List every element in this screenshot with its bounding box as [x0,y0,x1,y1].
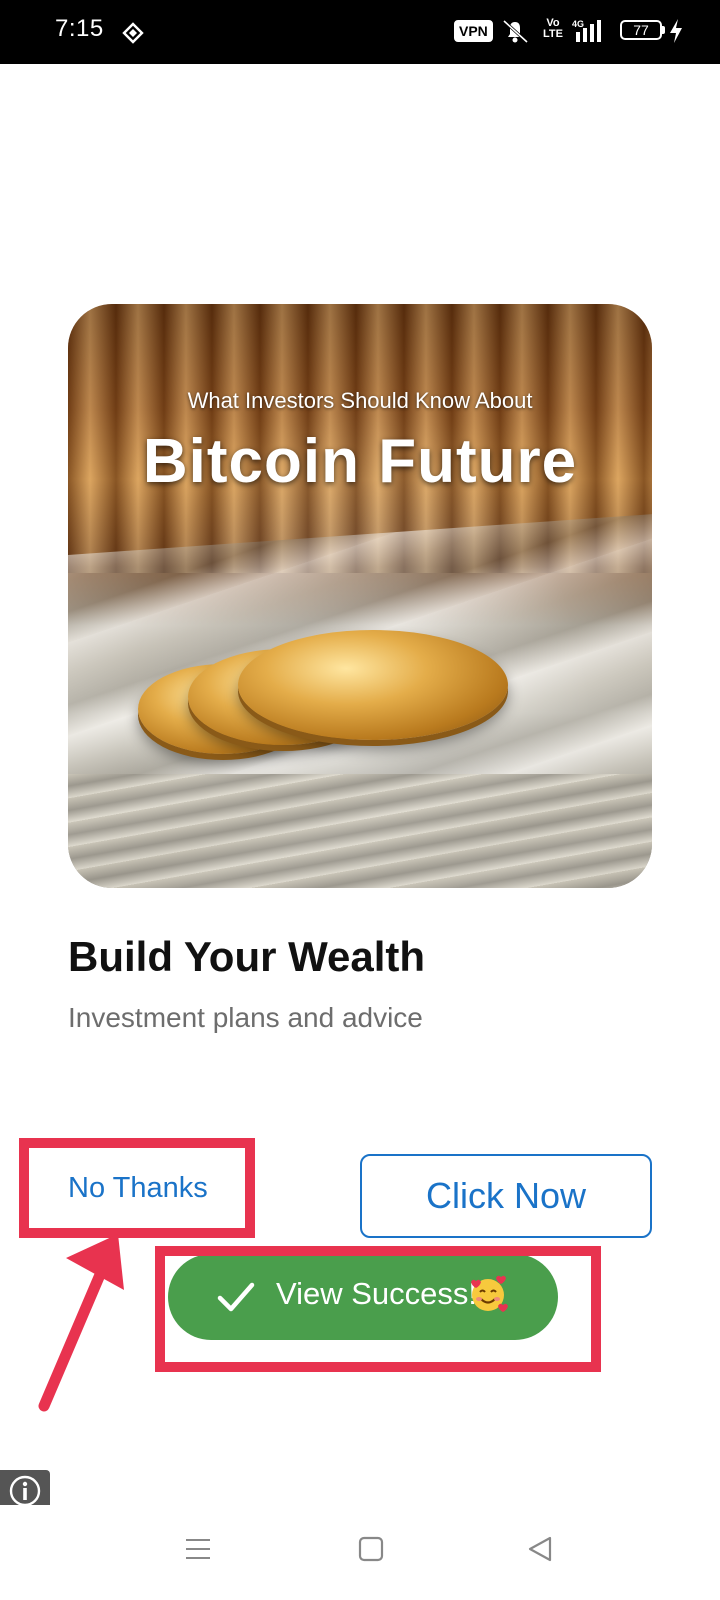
dollar-bill-front [68,774,652,888]
menu-icon[interactable] [184,1535,212,1563]
back-triangle-icon[interactable] [526,1535,554,1563]
ad-image[interactable]: What Investors Should Know About Bitcoin… [68,304,652,888]
click-now-button[interactable]: Click Now [360,1154,652,1238]
muted-bell-icon [502,19,529,44]
annotation-box-toast [155,1246,601,1372]
signal-icon: 4G [572,19,601,42]
battery-level: 77 [633,22,649,38]
ad-image-title: Bitcoin Future [142,427,578,496]
battery-icon: 77 [620,20,662,40]
ad-description: Investment plans and advice [68,1002,423,1033]
binance-icon [122,22,144,44]
status-time: 7:15 [55,15,104,42]
ad-image-subtitle: What Investors Should Know About [187,388,533,413]
info-icon [9,1475,41,1507]
volte-badge: Vo LTE [543,17,563,40]
charging-bolt-icon [670,19,682,43]
status-bar: 7:15 VPN Vo LTE 4G 77 [0,0,720,64]
gold-coin [238,630,508,740]
annotation-box-no-thanks [19,1138,255,1238]
navigation-bar [0,1505,720,1600]
home-square-icon[interactable] [357,1535,385,1563]
svg-text:4G: 4G [572,19,584,29]
ad-headline: Build Your Wealth [68,933,426,980]
battery-tip [662,26,665,34]
vpn-badge: VPN [454,20,493,42]
